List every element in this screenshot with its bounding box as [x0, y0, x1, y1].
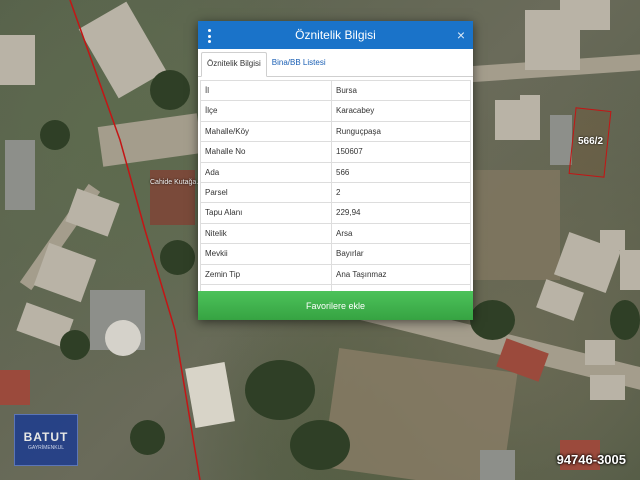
table-row: Parsel 2	[201, 182, 470, 204]
attribute-value: 2	[336, 187, 341, 197]
table-row: Mevkii Bayırlar	[201, 244, 470, 265]
attribute-label: İlçe	[201, 101, 332, 121]
add-to-favorites-button[interactable]: Favorilere ekle	[198, 291, 473, 320]
table-row: Tapu Alanı 229,94	[201, 203, 470, 224]
attribute-dialog: Öznitelik Bilgisi × Öznitelik Bilgisi Bi…	[198, 21, 473, 320]
attribute-value: Bayırlar	[336, 249, 364, 259]
reference-number: 94746-3005	[556, 452, 626, 467]
table-row: Mahalle No 150607	[201, 142, 470, 163]
dialog-header: Öznitelik Bilgisi ×	[198, 21, 473, 49]
attribute-label: Mahalle/Köy	[201, 121, 332, 142]
table-row: İl Bursa	[201, 81, 470, 102]
tab-attribute-info[interactable]: Öznitelik Bilgisi	[201, 52, 267, 77]
table-row: Nitelik Arsa	[201, 223, 470, 245]
attribute-value: 150607	[336, 147, 363, 157]
tab-bar: Öznitelik Bilgisi Bina/BB Listesi	[198, 52, 473, 77]
attribute-label: Parsel	[201, 182, 332, 203]
table-row: İlçe Karacabey	[201, 101, 470, 122]
logo-subtitle: GAYRİMENKUL	[27, 444, 65, 451]
attribute-value: Bursa	[336, 86, 357, 95]
attribute-label: Nitelik	[201, 223, 332, 244]
attribute-label: Mahalle No	[201, 142, 332, 162]
attribute-label: Mevkii	[201, 244, 332, 264]
close-icon[interactable]: ×	[457, 27, 465, 43]
table-row: Ada 566	[201, 162, 470, 183]
table-row: Mahalle/Köy Runguçpaşa	[201, 121, 470, 143]
parcel-label: 566/2	[578, 136, 604, 147]
attribute-value: Karacabey	[336, 106, 375, 116]
attribute-table: İl Bursa İlçe Karacabey Mahalle/Köy Runguçpaş…	[200, 80, 471, 306]
attribute-value: Ana Taşınmaz	[336, 269, 387, 279]
tab-building-list[interactable]: Bina/BB Listesi	[267, 52, 331, 76]
company-logo: BATUT GAYRİMENKUL	[14, 414, 78, 466]
map-caption: Cahide Kutağa...	[150, 179, 203, 186]
attribute-value: Arsa	[336, 228, 353, 238]
attribute-value: 566	[336, 167, 350, 177]
vertical-dots-icon[interactable]	[208, 29, 212, 43]
attribute-label: İl	[201, 81, 332, 101]
dialog-title: Öznitelik Bilgisi	[295, 28, 376, 42]
attribute-value: 229,94	[336, 208, 361, 218]
attribute-label: Tapu Alanı	[201, 203, 332, 223]
attribute-value: Runguçpaşa	[336, 126, 381, 136]
attribute-label: Ada	[201, 162, 332, 182]
logo-name: BATUT	[23, 429, 69, 444]
attribute-label: Zemin Tip	[201, 264, 332, 284]
table-row: Zemin Tip Ana Taşınmaz	[201, 264, 470, 285]
